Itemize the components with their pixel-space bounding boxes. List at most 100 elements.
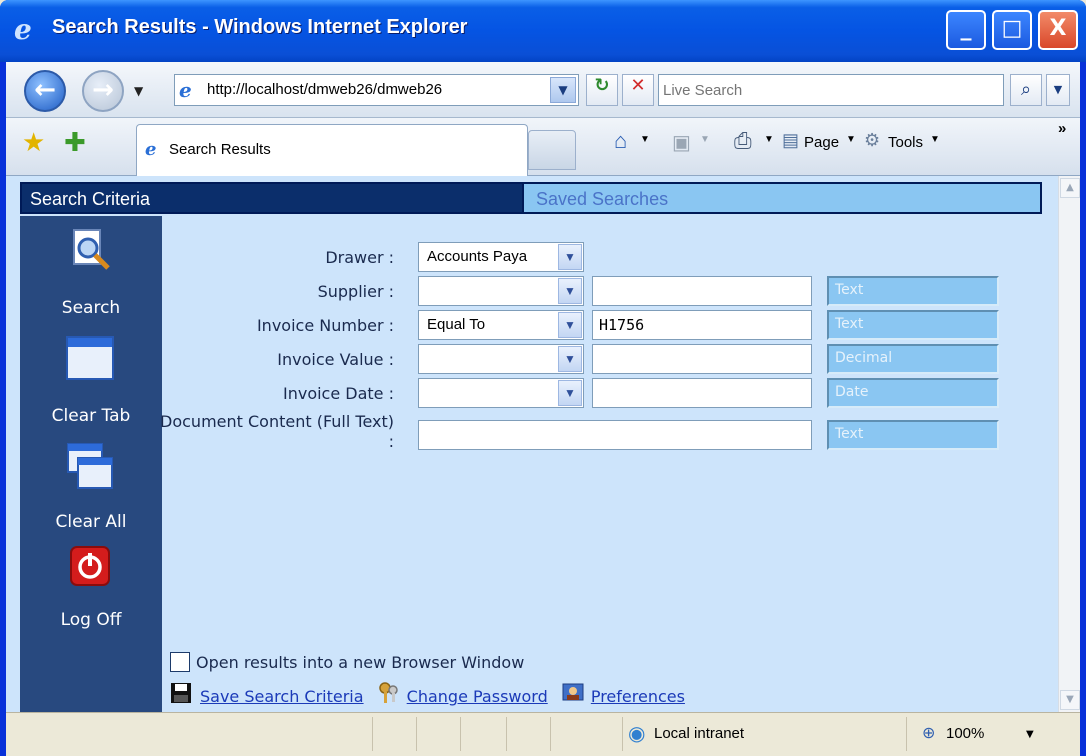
stop-button[interactable]: ✕ (622, 74, 654, 106)
invoice-value-operator-select[interactable]: ▼ (418, 344, 584, 374)
address-bar[interactable]: e http://localhost/dmweb26/dmweb26 ▼ (174, 74, 579, 106)
status-divider (372, 717, 373, 751)
sidebar-item-clear-tab[interactable]: Clear Tab (20, 406, 162, 426)
chevron-down-icon[interactable]: ▼ (558, 244, 582, 270)
window-title: Search Results - Windows Internet Explor… (52, 16, 468, 38)
more-commands-icon[interactable]: » (1058, 120, 1066, 137)
new-tab-button[interactable] (528, 130, 576, 170)
chevron-down-icon[interactable]: ▼ (558, 346, 582, 372)
drawer-select[interactable]: Accounts Paya ▼ (418, 242, 584, 272)
drawer-label: Drawer : (325, 248, 394, 267)
zoom-icon: ⊕ (922, 723, 936, 742)
invoice-date-operator-select[interactable]: ▼ (418, 378, 584, 408)
forward-button[interactable]: → (82, 70, 124, 112)
feeds-dropdown-icon[interactable]: ▼ (700, 134, 710, 145)
security-zone[interactable]: Local intranet (654, 725, 744, 742)
change-password-link[interactable]: Change Password (407, 687, 548, 706)
sidebar-item-clear-all[interactable]: Clear All (20, 512, 162, 532)
address-url[interactable]: http://localhost/dmweb26/dmweb26 (207, 81, 527, 98)
drawer-value: Accounts Paya (427, 248, 528, 265)
tools-menu[interactable]: Tools (888, 134, 923, 151)
invoice-number-input[interactable]: H1756 (592, 310, 812, 340)
print-icon[interactable]: ⎙ (734, 128, 752, 154)
tab-saved-searches[interactable]: Saved Searches (522, 184, 1040, 212)
address-dropdown-icon[interactable]: ▼ (550, 77, 576, 103)
tab-label: Search Results (169, 141, 271, 158)
invoice-number-operator-select[interactable]: Equal To ▼ (418, 310, 584, 340)
document-content-input[interactable] (418, 420, 812, 450)
supplier-operator-select[interactable]: ▼ (418, 276, 584, 306)
tab-search-criteria[interactable]: Search Criteria (30, 189, 150, 210)
invoice-number-label: Invoice Number : (256, 316, 394, 335)
invoice-date-label: Invoice Date : (282, 384, 394, 403)
preferences-link[interactable]: Preferences (591, 687, 685, 706)
page-dropdown-icon[interactable]: ▼ (846, 134, 856, 145)
save-search-criteria-link[interactable]: Save Search Criteria (200, 687, 364, 706)
maximize-button[interactable]: □ (992, 10, 1032, 50)
chevron-down-icon[interactable]: ▼ (558, 278, 582, 304)
live-search-box[interactable] (658, 74, 1004, 106)
minimize-button[interactable]: _ (946, 10, 986, 50)
power-icon[interactable] (70, 546, 110, 586)
preferences-icon[interactable] (561, 682, 585, 704)
document-content-label: Document Content (Full Text) : (160, 412, 394, 451)
windows-stack-icon[interactable] (66, 442, 114, 490)
page-icon-small: ▤ (782, 130, 800, 150)
status-divider (416, 717, 417, 751)
navigation-bar: ← → ▼ e http://localhost/dmweb26/dmweb26… (6, 62, 1080, 118)
page-content: Search Criteria Saved Searches Search Cl… (6, 176, 1080, 712)
supplier-type-badge: Text (827, 276, 999, 306)
gear-icon: ⚙ (864, 130, 881, 150)
search-options-dropdown-icon[interactable]: ▼ (1046, 74, 1070, 106)
add-favorite-icon[interactable]: ✚ (64, 128, 86, 158)
favorites-star-icon[interactable]: ★ (22, 128, 45, 158)
invoice-number-type-badge: Text (827, 310, 999, 340)
keys-icon[interactable] (377, 682, 401, 704)
tab-bar: ★ ✚ e Search Results ⌂ ▼ ▣ ▼ ⎙ ▼ ▤ Page … (6, 118, 1080, 176)
magnifier-document-icon[interactable] (66, 226, 114, 274)
invoice-value-input[interactable] (592, 344, 812, 374)
print-dropdown-icon[interactable]: ▼ (764, 134, 774, 145)
document-content-type-badge: Text (827, 420, 999, 450)
feeds-icon[interactable]: ▣ (672, 130, 691, 155)
supplier-input[interactable] (592, 276, 812, 306)
invoice-value-label: Invoice Value : (277, 350, 394, 369)
search-input[interactable] (663, 79, 993, 101)
invoice-date-type-badge: Date (827, 378, 999, 408)
back-button[interactable]: ← (24, 70, 66, 112)
status-bar: ◉ Local intranet ⊕ 100% ▼ (6, 712, 1080, 756)
invoice-number-operator-value: Equal To (427, 316, 486, 333)
floppy-disk-icon[interactable] (170, 682, 194, 704)
tab-search-results[interactable]: e Search Results (136, 124, 528, 176)
intranet-globe-icon: ◉ (628, 721, 646, 745)
scroll-down-icon[interactable]: ▼ (1060, 690, 1080, 710)
home-icon[interactable]: ⌂ (614, 128, 627, 154)
status-divider (622, 717, 623, 751)
history-dropdown-icon[interactable]: ▼ (134, 84, 143, 98)
open-new-window-checkbox[interactable] (170, 652, 190, 672)
invoice-date-input[interactable] (592, 378, 812, 408)
vertical-scrollbar[interactable]: ▲ ▼ (1058, 176, 1080, 712)
window-icon[interactable] (66, 336, 114, 380)
chevron-down-icon[interactable]: ▼ (558, 312, 582, 338)
footer-links: Save Search Criteria Change Password Pre… (170, 682, 693, 706)
criteria-header: Search Criteria Saved Searches (20, 182, 1042, 214)
zoom-level[interactable]: 100% (946, 725, 984, 742)
page-menu[interactable]: Page (804, 134, 839, 151)
search-icon[interactable]: ⌕ (1010, 74, 1042, 106)
refresh-button[interactable]: ↻ (586, 74, 618, 106)
zoom-dropdown-icon[interactable]: ▼ (1026, 729, 1034, 740)
chevron-down-icon[interactable]: ▼ (558, 380, 582, 406)
status-divider (506, 717, 507, 751)
supplier-label: Supplier : (317, 282, 394, 301)
sidebar-item-log-off[interactable]: Log Off (20, 610, 162, 630)
browser-window: e Search Results - Windows Internet Expl… (0, 0, 1086, 756)
page-icon: e (179, 78, 192, 102)
close-button[interactable]: X (1038, 10, 1078, 50)
sidebar-item-search[interactable]: Search (20, 298, 162, 318)
scroll-up-icon[interactable]: ▲ (1060, 178, 1080, 198)
invoice-value-type-badge: Decimal (827, 344, 999, 374)
open-new-window-label[interactable]: Open results into a new Browser Window (196, 653, 524, 672)
tools-dropdown-icon[interactable]: ▼ (930, 134, 940, 145)
home-dropdown-icon[interactable]: ▼ (640, 134, 650, 145)
